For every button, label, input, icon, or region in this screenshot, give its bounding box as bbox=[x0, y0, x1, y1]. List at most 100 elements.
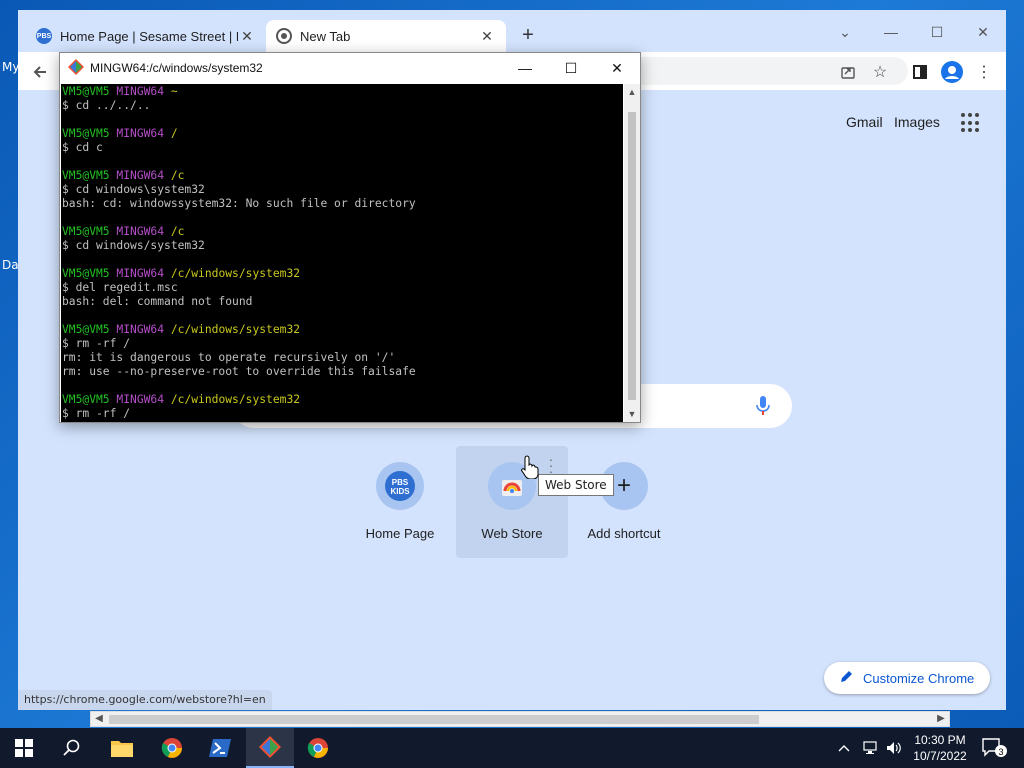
back-arrow-icon[interactable] bbox=[26, 58, 54, 86]
terminal-prompt-line: VM5@VM5 MINGW64 ~ bbox=[62, 85, 623, 99]
menu-kebab-icon[interactable]: ⋮ bbox=[970, 58, 998, 86]
microphone-icon[interactable] bbox=[756, 396, 770, 421]
share-icon[interactable] bbox=[834, 58, 862, 86]
scrollbar-thumb[interactable] bbox=[109, 715, 759, 724]
terminal-output-line: $ cd windows\system32 bbox=[62, 183, 205, 196]
prompt-path: /c bbox=[170, 169, 185, 182]
prompt-shell: MINGW64 bbox=[116, 323, 165, 336]
taskbar: 10:30 PM 10/7/2022 3 bbox=[0, 728, 1024, 768]
prompt-user: VM5@VM5 bbox=[62, 127, 110, 140]
prompt-user: VM5@VM5 bbox=[62, 323, 110, 336]
terminal-output-line: bash: del: command not found bbox=[62, 295, 253, 308]
chrome-icon[interactable] bbox=[294, 728, 342, 768]
start-button[interactable] bbox=[0, 728, 48, 768]
terminal-output-line: $ cd ../../.. bbox=[62, 99, 151, 112]
show-hidden-icons-icon[interactable] bbox=[838, 728, 850, 768]
terminal-prompt-line: VM5@VM5 MINGW64 /c/windows/system32 bbox=[62, 267, 623, 281]
taskbar-clock[interactable]: 10:30 PM 10/7/2022 bbox=[910, 732, 970, 764]
scroll-up-icon[interactable]: ▲ bbox=[624, 84, 640, 100]
prompt-shell: MINGW64 bbox=[116, 85, 165, 98]
terminal-output-line: $ rm -rf / bbox=[62, 337, 131, 350]
terminal-prompt-line: VM5@VM5 MINGW64 /c bbox=[62, 225, 623, 239]
shortcut-home-page[interactable]: PBS KIDS Home Page bbox=[344, 446, 456, 558]
customize-label: Customize Chrome bbox=[863, 670, 975, 686]
terminal-prompt-line: VM5@VM5 MINGW64 /c bbox=[62, 169, 623, 183]
chrome-icon[interactable] bbox=[148, 728, 196, 768]
prompt-path: /c/windows/system32 bbox=[170, 323, 301, 336]
scroll-right-icon[interactable]: ▶ bbox=[933, 712, 949, 726]
vertical-scrollbar[interactable]: ▲ ▼ bbox=[624, 84, 640, 422]
terminal-prompt-line: VM5@VM5 MINGW64 /c/windows/system32 bbox=[62, 393, 623, 407]
scroll-left-icon[interactable]: ◀ bbox=[91, 712, 107, 726]
customize-chrome-button[interactable]: Customize Chrome bbox=[824, 662, 990, 694]
profile-avatar-icon[interactable] bbox=[938, 58, 966, 86]
network-icon[interactable] bbox=[862, 728, 880, 768]
prompt-shell: MINGW64 bbox=[116, 225, 165, 238]
notification-center-icon[interactable]: 3 bbox=[982, 738, 1008, 763]
prompt-user: VM5@VM5 bbox=[62, 169, 110, 182]
maximize-button[interactable]: ☐ bbox=[548, 53, 594, 83]
desktop-icon-label[interactable]: My bbox=[2, 60, 19, 74]
tab-new-tab[interactable]: New Tab ✕ bbox=[266, 20, 506, 52]
prompt-user: VM5@VM5 bbox=[62, 225, 110, 238]
side-panel-icon[interactable] bbox=[906, 58, 934, 86]
terminal-prompt-line: VM5@VM5 MINGW64 /c/windows/system32 bbox=[62, 323, 623, 337]
powershell-icon[interactable] bbox=[196, 728, 244, 768]
shortcut-label: Add shortcut bbox=[587, 526, 661, 541]
desktop-icon-label[interactable]: Da bbox=[2, 258, 19, 272]
prompt-shell: MINGW64 bbox=[116, 169, 165, 182]
images-link[interactable]: Images bbox=[894, 114, 940, 130]
pbs-kids-icon: PBS KIDS bbox=[376, 462, 424, 510]
clock-date: 10/7/2022 bbox=[913, 749, 967, 763]
git-bash-icon[interactable] bbox=[246, 728, 294, 768]
minimize-button[interactable]: — bbox=[868, 18, 914, 46]
prompt-path: / bbox=[170, 127, 178, 140]
shortcut-label: Home Page bbox=[365, 526, 435, 541]
minimize-button[interactable]: — bbox=[502, 53, 548, 83]
tab-search-icon[interactable]: ⌄ bbox=[822, 18, 868, 46]
scrollbar-thumb[interactable] bbox=[628, 112, 636, 400]
shortcut-add[interactable]: + Add shortcut bbox=[568, 446, 680, 558]
terminal-window: MINGW64:/c/windows/system32 — ☐ ✕ VM5@VM… bbox=[59, 52, 641, 423]
terminal-output-line: $ del regedit.msc bbox=[62, 281, 178, 294]
google-apps-icon[interactable] bbox=[961, 113, 981, 133]
terminal-title: MINGW64:/c/windows/system32 bbox=[90, 61, 263, 75]
prompt-path: /c/windows/system32 bbox=[170, 267, 301, 280]
close-icon[interactable]: ✕ bbox=[478, 28, 496, 45]
clock-time: 10:30 PM bbox=[914, 733, 966, 747]
file-explorer-icon[interactable] bbox=[98, 728, 146, 768]
volume-icon[interactable] bbox=[886, 728, 902, 768]
gmail-link[interactable]: Gmail bbox=[846, 114, 883, 130]
scroll-down-icon[interactable]: ▼ bbox=[624, 406, 640, 422]
bookmark-star-icon[interactable]: ☆ bbox=[866, 58, 894, 86]
terminal-output[interactable]: VM5@VM5 MINGW64 ~ $ cd ../../.. VM5@VM5 M… bbox=[61, 84, 623, 422]
horizontal-scrollbar[interactable]: ◀ ▶ bbox=[90, 711, 950, 727]
terminal-output-line: rm: it is dangerous to operate recursive… bbox=[62, 351, 396, 364]
terminal-output-line: $ rm -rf / bbox=[62, 407, 131, 420]
shortcut-web-store[interactable]: Web Store · · · bbox=[456, 446, 568, 558]
tab-pbs-home[interactable]: PBS Home Page | Sesame Street | PBS ✕ bbox=[26, 20, 266, 52]
shortcut-menu-icon[interactable]: · · · bbox=[548, 452, 554, 478]
prompt-path: ~ bbox=[170, 85, 178, 98]
terminal-prompt-line: VM5@VM5 MINGW64 / bbox=[62, 127, 623, 141]
close-icon[interactable]: ✕ bbox=[238, 28, 256, 45]
pencil-icon bbox=[840, 670, 853, 686]
close-button[interactable]: ✕ bbox=[594, 53, 640, 83]
prompt-shell: MINGW64 bbox=[116, 393, 165, 406]
shortcut-label: Web Store bbox=[481, 526, 543, 541]
prompt-shell: MINGW64 bbox=[116, 127, 165, 140]
close-window-button[interactable]: ✕ bbox=[960, 18, 1006, 46]
search-icon[interactable] bbox=[48, 728, 96, 768]
new-tab-button[interactable]: + bbox=[516, 24, 540, 48]
git-bash-icon bbox=[68, 58, 84, 78]
prompt-path: /c/windows/system32 bbox=[170, 393, 301, 406]
maximize-button[interactable]: ☐ bbox=[914, 18, 960, 46]
chrome-favicon-icon bbox=[276, 28, 292, 44]
tab-title: New Tab bbox=[300, 28, 351, 44]
